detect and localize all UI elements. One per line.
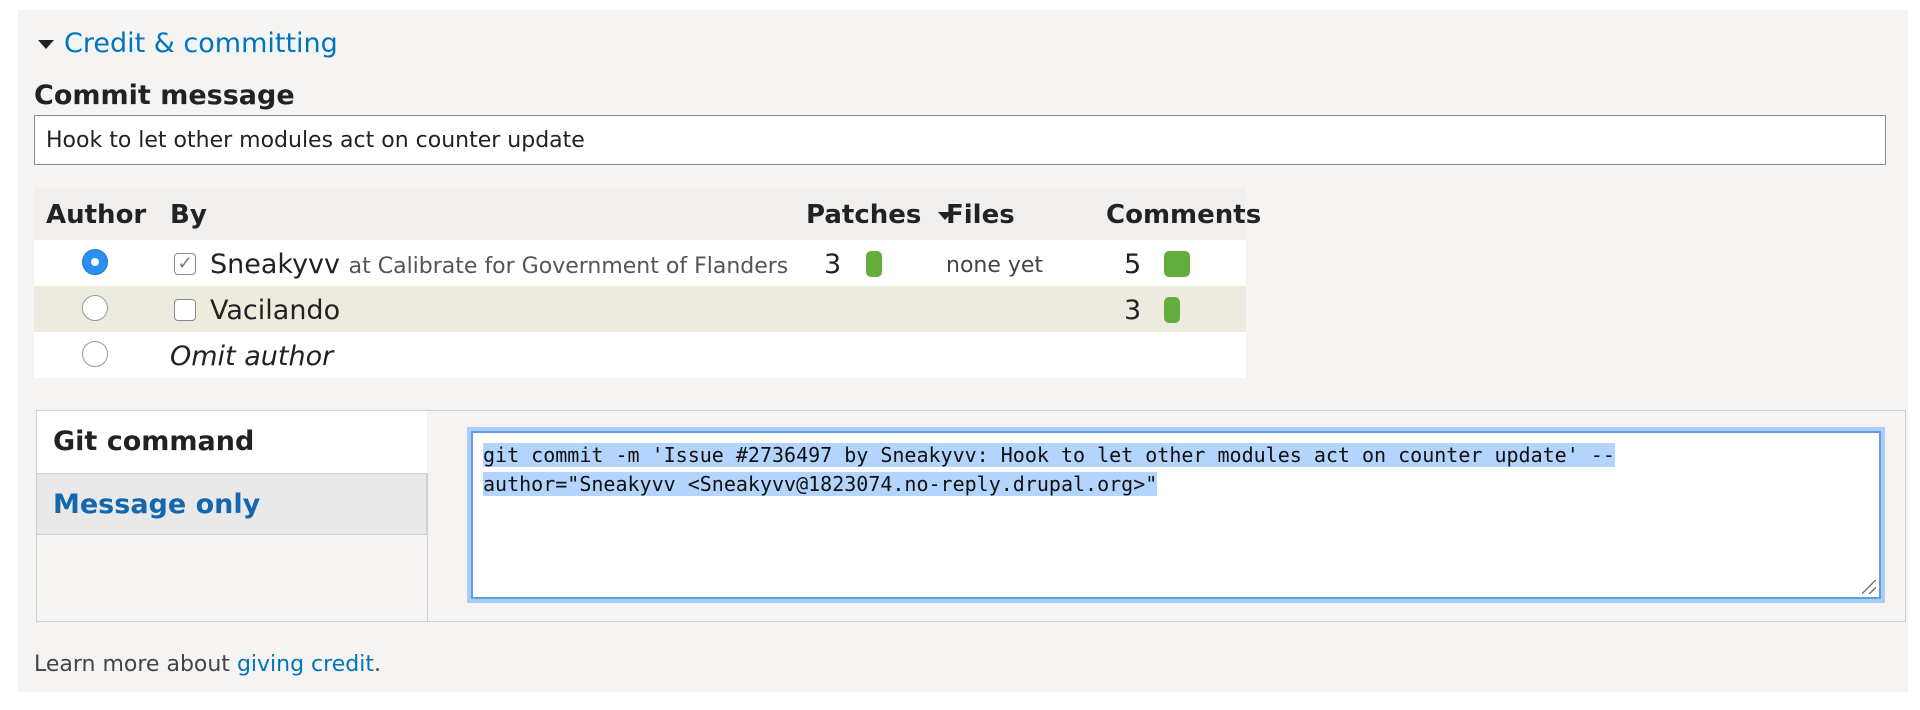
author-radio-sneakyvv[interactable] (82, 249, 108, 275)
comment-count: 3 (1124, 295, 1142, 326)
green-bar-icon (1164, 297, 1180, 323)
contributor-name-cell: Vacilando (210, 295, 340, 326)
credit-checkbox-vacilando[interactable] (174, 299, 196, 321)
header-files: Files (946, 200, 1015, 230)
commit-tabs: Git command Message only git commit -m '… (36, 410, 1906, 622)
author-radio-vacilando[interactable] (82, 295, 108, 321)
learn-more-prefix: Learn more about (34, 652, 237, 677)
omit-author-label: Omit author (170, 341, 334, 372)
table-row: Vacilando 3 (34, 286, 1246, 332)
credit-committing-summary-label[interactable]: Credit & committing (64, 28, 338, 59)
comment-count: 5 (1124, 249, 1142, 280)
git-command-line-1: git commit -m 'Issue #2736497 by Sneakyv… (483, 443, 1615, 467)
files-value: none yet (946, 253, 1044, 278)
git-command-line-2: author="Sneakyvv <Sneakyvv@1823074.no-re… (483, 472, 1158, 496)
git-command-text[interactable]: git commit -m 'Issue #2736497 by Sneakyv… (483, 441, 1869, 499)
giving-credit-link[interactable]: giving credit (237, 652, 374, 677)
tab-separator (427, 473, 428, 621)
contributor-org: at Calibrate for Government of Flanders (348, 254, 789, 279)
resize-grip-icon[interactable] (1862, 580, 1876, 594)
git-command-textarea[interactable]: git commit -m 'Issue #2736497 by Sneakyv… (471, 431, 1881, 599)
commit-message-label: Commit message (34, 80, 295, 111)
header-patches-label[interactable]: Patches (806, 200, 921, 230)
green-bar-icon (1164, 251, 1190, 277)
contributor-name-cell: Sneakyvv at Calibrate for Government of … (210, 249, 788, 280)
triangle-down-icon (38, 40, 54, 49)
table-row: ✓ Sneakyvv at Calibrate for Government o… (34, 240, 1246, 286)
credit-table: Author By Patches Files Comments ✓ Sneak… (34, 188, 1261, 378)
credit-committing-toggle[interactable]: Credit & committing (38, 28, 338, 59)
commit-message-input[interactable] (34, 115, 1886, 165)
header-patches[interactable]: Patches (806, 200, 953, 230)
tab-message-only[interactable]: Message only (37, 473, 427, 535)
credit-checkbox-sneakyvv[interactable]: ✓ (174, 253, 196, 275)
credit-table-header: Author By Patches Files Comments (34, 188, 1261, 240)
contributor-name: Sneakyvv (210, 249, 341, 280)
header-by: By (170, 200, 207, 230)
learn-more-suffix: . (373, 652, 381, 677)
learn-more-text: Learn more about giving credit. (34, 652, 381, 677)
table-row: Omit author (34, 332, 1246, 378)
tab-git-command[interactable]: Git command (37, 411, 427, 473)
credit-committing-panel: Credit & committing Commit message Autho… (18, 10, 1908, 692)
header-author: Author (46, 200, 147, 230)
author-radio-omit[interactable] (82, 341, 108, 367)
patch-count: 3 (824, 249, 842, 280)
header-comments: Comments (1106, 200, 1262, 230)
green-bar-icon (866, 251, 882, 277)
contributor-name: Vacilando (210, 295, 341, 326)
